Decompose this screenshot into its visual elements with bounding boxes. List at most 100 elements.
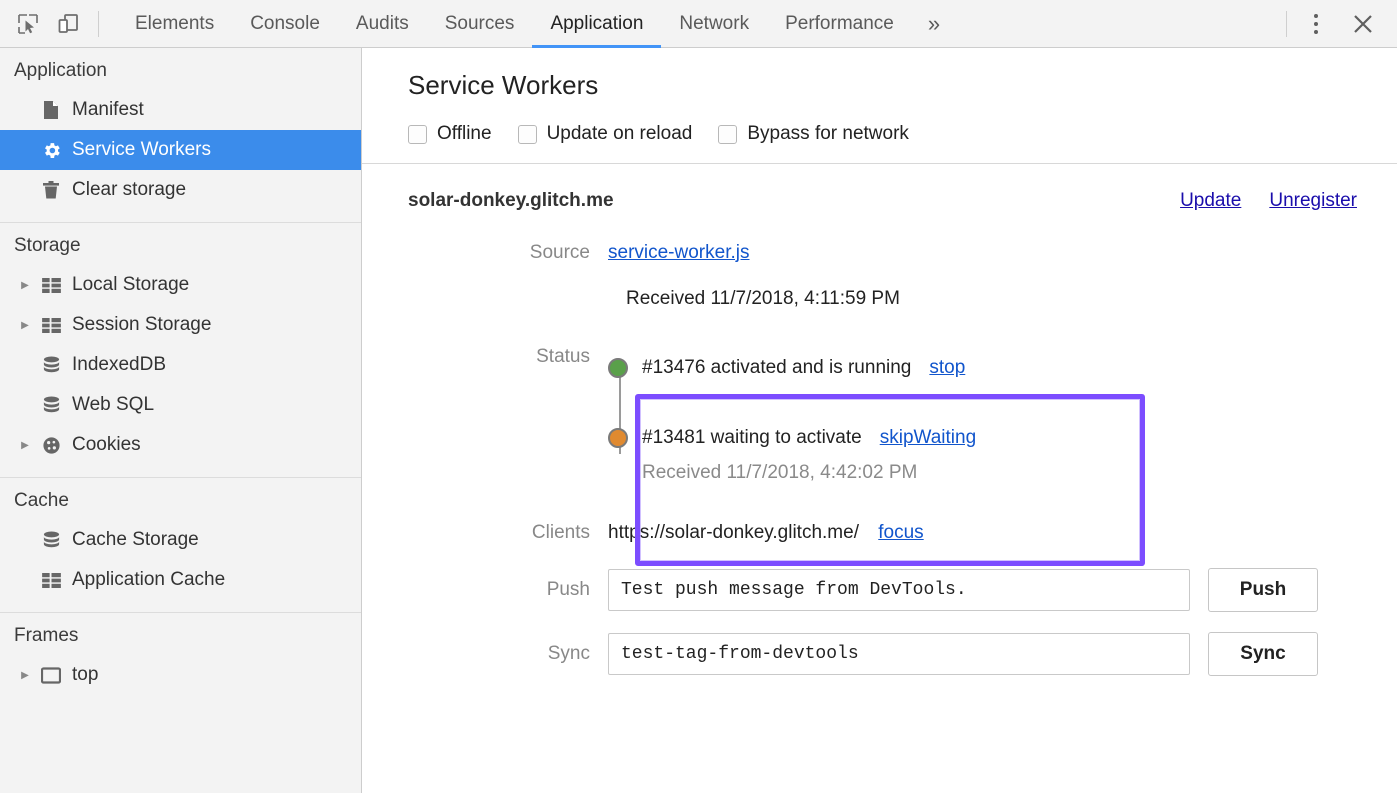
service-workers-panel: Service Workers Offline Update on reload… (362, 48, 1397, 793)
sidebar-item-application-cache[interactable]: Application Cache (0, 560, 361, 600)
sidebar-item-indexeddb[interactable]: IndexedDB (0, 345, 361, 385)
inspect-cursor-icon[interactable] (8, 4, 48, 44)
checkbox-label: Update on reload (547, 123, 693, 145)
clients-row: Clients https://solar-donkey.glitch.me/ … (408, 518, 1357, 548)
bypass-for-network-checkbox[interactable]: Bypass for network (718, 123, 909, 145)
status-text: #13476 activated and is running (642, 357, 911, 379)
clients-label: Clients (408, 518, 608, 548)
sidebar-section-title: Cache (0, 478, 361, 520)
tab-network[interactable]: Network (661, 0, 767, 48)
table-icon (36, 573, 66, 588)
cookie-icon (36, 436, 66, 455)
tab-application[interactable]: Application (532, 0, 661, 48)
service-worker-registration: solar-donkey.glitch.me Update Unregister… (362, 164, 1397, 676)
database-icon (36, 531, 66, 550)
offline-checkbox[interactable]: Offline (408, 123, 492, 145)
sidebar-section-frames: Frames ▶ top (0, 613, 361, 695)
sidebar-item-label: IndexedDB (72, 354, 166, 376)
registration-header: solar-donkey.glitch.me Update Unregister (408, 190, 1357, 212)
tab-label: Audits (356, 13, 409, 35)
document-icon (36, 100, 66, 120)
devtools-window: Elements Console Audits Sources Applicat… (0, 0, 1397, 793)
sync-label: Sync (408, 643, 608, 665)
sidebar-item-cache-storage[interactable]: Cache Storage (0, 520, 361, 560)
skip-waiting-link[interactable]: skipWaiting (880, 427, 976, 449)
panel-tabs: Elements Console Audits Sources Applicat… (117, 0, 956, 48)
status-label: Status (408, 340, 608, 374)
tab-sources[interactable]: Sources (427, 0, 533, 48)
tab-audits[interactable]: Audits (338, 0, 427, 48)
toolbar-right-group (1276, 4, 1397, 44)
registration-actions: Update Unregister (1180, 190, 1357, 212)
focus-link[interactable]: focus (878, 522, 923, 543)
checkbox-box[interactable] (718, 125, 737, 144)
sidebar-section-application: Application ▶ Manifest ▶ (0, 48, 361, 210)
sidebar-item-label: Clear storage (72, 179, 186, 201)
device-toolbar-icon[interactable] (48, 4, 88, 44)
unregister-link[interactable]: Unregister (1269, 190, 1357, 212)
sw-options-row: Offline Update on reload Bypass for netw… (408, 123, 1397, 145)
update-link[interactable]: Update (1180, 190, 1241, 212)
tab-elements[interactable]: Elements (117, 0, 232, 48)
source-file-link[interactable]: service-worker.js (608, 242, 749, 263)
sidebar-item-session-storage[interactable]: ▶ Session Storage (0, 305, 361, 345)
table-icon (36, 318, 66, 333)
twisty-icon[interactable]: ▶ (14, 670, 36, 681)
sidebar-item-cookies[interactable]: ▶ Cookies (0, 425, 361, 465)
table-icon (36, 278, 66, 293)
checkbox-box[interactable] (408, 125, 427, 144)
devtools-toolbar: Elements Console Audits Sources Applicat… (0, 0, 1397, 48)
sidebar-item-web-sql[interactable]: Web SQL (0, 385, 361, 425)
database-icon (36, 396, 66, 415)
stop-link[interactable]: stop (929, 357, 965, 379)
sidebar-item-service-workers[interactable]: ▶ Service Workers (0, 130, 361, 170)
tab-label: Network (679, 13, 749, 35)
client-url: https://solar-donkey.glitch.me/ (608, 522, 859, 543)
update-on-reload-checkbox[interactable]: Update on reload (518, 123, 693, 145)
kebab-menu-icon[interactable] (1297, 5, 1335, 43)
status-section: Status #13476 activated and is running s… (408, 340, 1357, 494)
twisty-icon[interactable]: ▶ (14, 440, 36, 451)
status-versions: #13476 activated and is running stop #13… (608, 340, 976, 494)
tab-label: Application (550, 13, 643, 35)
status-dot-green (608, 358, 628, 378)
source-row: Source service-worker.js (408, 238, 1357, 268)
push-label: Push (408, 579, 608, 601)
tab-label: Performance (785, 13, 894, 35)
twisty-icon[interactable]: ▶ (14, 280, 36, 291)
tab-label: Console (250, 13, 320, 35)
tab-label: Elements (135, 13, 214, 35)
more-tabs-icon[interactable]: » (912, 0, 956, 48)
push-input[interactable] (608, 569, 1190, 611)
clients-value: https://solar-donkey.glitch.me/ focus (608, 518, 924, 548)
sync-row: Sync Sync (408, 632, 1357, 676)
sidebar-item-local-storage[interactable]: ▶ Local Storage (0, 265, 361, 305)
tab-performance[interactable]: Performance (767, 0, 912, 48)
sidebar-item-label: Local Storage (72, 274, 189, 296)
twisty-icon[interactable]: ▶ (14, 320, 36, 331)
status-row-active: #13476 activated and is running stop (608, 348, 976, 388)
sidebar-item-clear-storage[interactable]: ▶ Clear storage (0, 170, 361, 210)
sidebar-item-manifest[interactable]: ▶ Manifest (0, 90, 361, 130)
sync-input[interactable] (608, 633, 1190, 675)
push-button[interactable]: Push (1208, 568, 1318, 612)
sidebar-item-label: Session Storage (72, 314, 211, 336)
source-value: service-worker.js (608, 238, 749, 268)
sidebar-item-label: Application Cache (72, 569, 225, 591)
panel-header: Service Workers Offline Update on reload… (362, 48, 1397, 164)
sidebar-item-label: Web SQL (72, 394, 154, 416)
sidebar-section-title: Frames (0, 613, 361, 655)
checkbox-box[interactable] (518, 125, 537, 144)
sidebar-section-storage: Storage ▶ Local Storage (0, 223, 361, 465)
sidebar-section-title: Storage (0, 223, 361, 265)
tab-label: Sources (445, 13, 515, 35)
status-dot-orange (608, 428, 628, 448)
sidebar-item-top[interactable]: ▶ top (0, 655, 361, 695)
close-icon[interactable] (1343, 4, 1383, 44)
sync-button[interactable]: Sync (1208, 632, 1318, 676)
tab-console[interactable]: Console (232, 0, 338, 48)
sidebar-section-title: Application (0, 48, 361, 90)
sidebar-item-label: Cache Storage (72, 529, 199, 551)
frame-icon (36, 667, 66, 684)
database-icon (36, 356, 66, 375)
